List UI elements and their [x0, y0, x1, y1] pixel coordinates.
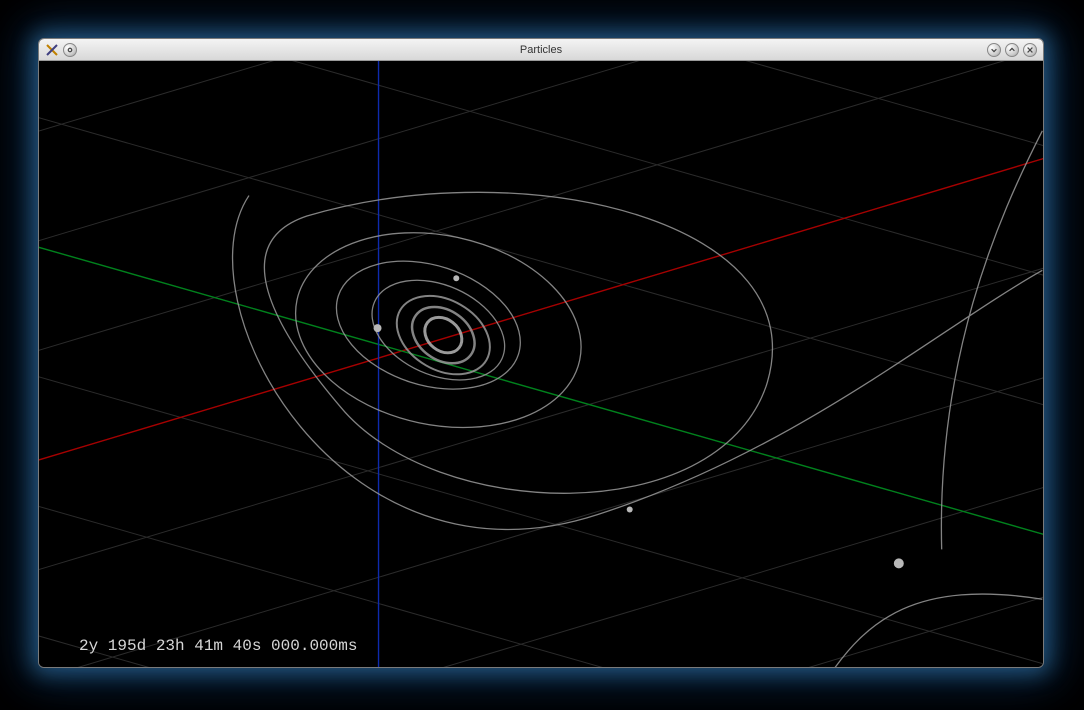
- window-title: Particles: [39, 44, 1043, 56]
- titlebar[interactable]: Particles: [39, 39, 1043, 61]
- particles: [374, 275, 904, 568]
- scene: [39, 61, 1043, 667]
- particle-trails: [233, 131, 1043, 667]
- app-window: Particles: [38, 38, 1044, 668]
- desktop: Particles: [0, 0, 1084, 710]
- maximize-button[interactable]: [1005, 43, 1019, 57]
- close-button[interactable]: [1023, 43, 1037, 57]
- simulation-viewport[interactable]: 2y 195d 23h 41m 40s 000.000ms: [39, 61, 1043, 667]
- shade-button[interactable]: [63, 43, 77, 57]
- titlebar-left-controls: [45, 43, 77, 57]
- titlebar-right-controls: [987, 43, 1037, 57]
- elapsed-time: 2y 195d 23h 41m 40s 000.000ms: [79, 637, 357, 655]
- x-server-icon: [45, 43, 59, 57]
- minimize-button[interactable]: [987, 43, 1001, 57]
